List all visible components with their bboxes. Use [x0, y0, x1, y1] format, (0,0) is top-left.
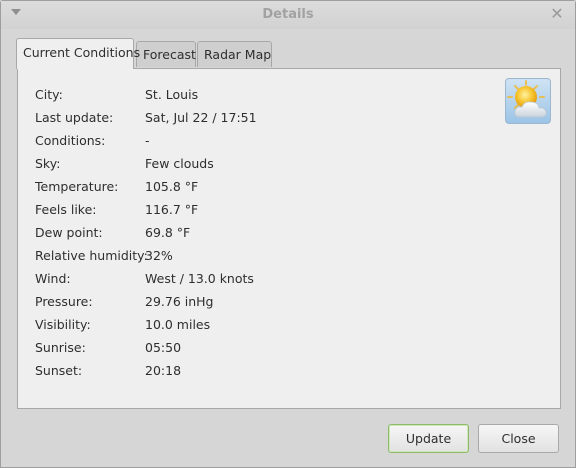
dew-point-label: Dew point: — [35, 225, 103, 240]
window-close-icon[interactable]: ✕ — [549, 5, 565, 23]
sky-label: Sky: — [35, 156, 61, 171]
conditions-label: Conditions: — [35, 133, 106, 148]
dew-point-value: 69.8 °F — [145, 225, 191, 240]
visibility-label: Visibility: — [35, 317, 91, 332]
city-label: City: — [35, 87, 63, 102]
relative-humidity-value: 32% — [145, 248, 173, 263]
title-bar[interactable]: Details ✕ — [1, 1, 575, 29]
window-title: Details — [262, 7, 314, 22]
details-window: Details ✕ Current Conditions Forecast Ra… — [0, 0, 576, 468]
pressure-label: Pressure: — [35, 294, 93, 309]
pressure-value: 29.76 inHg — [145, 294, 214, 309]
relative-humidity-label: Relative humidity: — [35, 248, 148, 263]
sunset-label: Sunset: — [35, 363, 83, 378]
visibility-value: 10.0 miles — [145, 317, 211, 332]
conditions-value: - — [145, 133, 150, 148]
tab-forecast[interactable]: Forecast — [136, 41, 196, 67]
feels-like-label: Feels like: — [35, 202, 97, 217]
update-button[interactable]: Update — [388, 424, 469, 453]
tab-radar-map[interactable]: Radar Map — [197, 41, 272, 67]
temperature-label: Temperature: — [35, 179, 119, 194]
close-button[interactable]: Close — [478, 424, 559, 453]
current-conditions-panel: City: St. Louis Last update: Sat, Jul 22… — [17, 68, 561, 409]
last-update-label: Last update: — [35, 110, 114, 125]
sunrise-label: Sunrise: — [35, 340, 86, 355]
wind-value: West / 13.0 knots — [145, 271, 254, 286]
few-clouds-icon — [505, 78, 551, 124]
temperature-value: 105.8 °F — [145, 179, 199, 194]
tab-current-conditions[interactable]: Current Conditions — [16, 38, 140, 69]
sunrise-value: 05:50 — [145, 340, 182, 355]
sky-value: Few clouds — [145, 156, 214, 171]
sunset-value: 20:18 — [145, 363, 182, 378]
feels-like-value: 116.7 °F — [145, 202, 199, 217]
wind-label: Wind: — [35, 271, 71, 286]
city-value: St. Louis — [145, 87, 199, 102]
last-update-value: Sat, Jul 22 / 17:51 — [145, 110, 257, 125]
